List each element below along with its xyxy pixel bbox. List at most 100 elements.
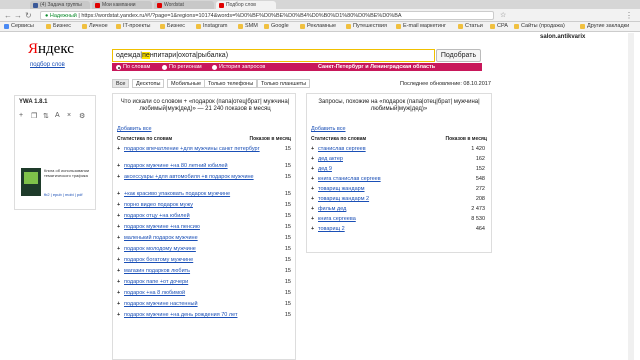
add-word-icon[interactable]: + — [311, 226, 314, 232]
browser-tab[interactable]: (4) Задача группы — [30, 1, 90, 9]
bookmark[interactable]: Google — [264, 23, 289, 29]
keyword-link[interactable]: дед 9 — [318, 166, 458, 172]
star-icon[interactable]: ☆ — [500, 11, 506, 20]
add-word-icon[interactable]: + — [117, 163, 120, 169]
add-word-icon[interactable]: + — [311, 146, 314, 152]
bookmark[interactable]: Другие закладки — [580, 23, 629, 29]
add-word-icon[interactable]: + — [117, 268, 120, 274]
add-word-icon[interactable]: + — [117, 290, 120, 296]
region-link[interactable]: Санкт-Петербург и Ленинградская область — [318, 64, 435, 70]
add-word-icon[interactable]: + — [311, 156, 314, 162]
add-word-icon[interactable]: + — [117, 246, 120, 252]
menu-icon[interactable]: ⋮ — [625, 11, 633, 20]
keyword-link[interactable]: подарок молодому мужчине — [124, 246, 264, 252]
bookmark[interactable]: Сайты (продажа) — [514, 23, 565, 29]
keyword-link[interactable]: подарок впечатление +для мужчины санкт п… — [124, 146, 264, 152]
bookmark[interactable]: CPA — [490, 23, 508, 29]
add-word-icon[interactable]: + — [311, 206, 314, 212]
tab-all[interactable]: Все — [112, 79, 130, 88]
tab-tablets[interactable]: Только планшеты — [257, 79, 311, 88]
col-keyword-header: Статистика по словам — [117, 136, 173, 142]
copy-icon[interactable]: ❐ — [31, 112, 37, 120]
tab-phones[interactable]: Только телефоны — [204, 79, 258, 88]
logo-subtitle-link[interactable]: подбор слов — [30, 62, 65, 68]
add-word-icon[interactable]: + — [117, 235, 120, 241]
bookmark[interactable]: Бизнес — [46, 23, 71, 29]
keyword-link[interactable]: +как красиво упаковать подарок мужчине — [124, 191, 264, 197]
bookmark[interactable]: Путешествия — [346, 23, 387, 29]
forward-icon[interactable]: → — [14, 11, 22, 20]
keyword-link[interactable]: подарок папе +от дочери — [124, 279, 264, 285]
bookmark-label: Сервисы — [11, 23, 34, 29]
address-bar[interactable]: ● Надежный | https://wordstat.yandex.ru/… — [40, 11, 494, 20]
keyword-link[interactable]: книга сергеева — [318, 216, 458, 222]
bookmark[interactable]: Бизнес — [160, 23, 185, 29]
bookmark[interactable]: SMM — [238, 23, 258, 29]
font-size-icon[interactable]: A — [55, 112, 60, 119]
browser-tab[interactable]: Wordstat — [154, 1, 214, 9]
keyword-link[interactable]: товарищ жандарм 2 — [318, 196, 458, 202]
browser-tab[interactable]: Мои кампании — [92, 1, 152, 9]
reload-icon[interactable]: ↻ — [25, 11, 32, 20]
add-all-link[interactable]: Добавить все — [311, 126, 346, 132]
bookmark[interactable]: Instagram — [196, 23, 227, 29]
radio-by-words[interactable]: По словам — [116, 64, 150, 70]
keyword-link[interactable]: подарок мужчине +на пенсию — [124, 224, 264, 230]
add-word-icon[interactable]: + — [117, 257, 120, 263]
bookmark[interactable]: E-mail маркетинг — [396, 23, 446, 29]
radio-history[interactable]: История запросов — [212, 64, 265, 70]
keyword-link[interactable]: фильм дед — [318, 206, 458, 212]
tab-desktop[interactable]: Десктопы — [132, 79, 165, 88]
keyword-link[interactable]: подарок богатому мужчине — [124, 257, 264, 263]
keyword-link[interactable]: маленький подарок мужчине — [124, 235, 264, 241]
add-word-icon[interactable]: + — [311, 196, 314, 202]
keyword-link[interactable]: товарищ 2 — [318, 226, 458, 232]
bookmark[interactable]: Рекламные — [300, 23, 336, 29]
bookmark[interactable]: Статьи — [458, 23, 483, 29]
radio-by-regions[interactable]: По регионам — [162, 64, 202, 70]
add-word-icon[interactable]: + — [311, 186, 314, 192]
keyword-link[interactable]: дед актер — [318, 156, 458, 162]
add-word-icon[interactable]: + — [117, 279, 120, 285]
keyword-link[interactable]: товарищ жандарм — [318, 186, 458, 192]
add-word-icon[interactable]: + — [117, 301, 120, 307]
keyword-link[interactable]: аксессуары +для автомобиля +в подарок му… — [124, 174, 264, 180]
yandex-logo[interactable]: Яндекс — [28, 41, 74, 58]
search-button[interactable]: Подобрать — [436, 49, 481, 62]
add-word-icon[interactable]: + — [117, 224, 120, 230]
add-word-icon[interactable]: + — [117, 202, 120, 208]
add-word-icon[interactable]: + — [311, 216, 314, 222]
close-icon[interactable]: × — [67, 112, 71, 119]
keyword-link[interactable]: подарок мужчине +на день рождения 70 лет — [124, 312, 264, 318]
keyword-link[interactable]: подарок мужчине настенный — [124, 301, 264, 307]
add-word-icon[interactable]: + — [117, 146, 120, 152]
add-word-icon[interactable]: + — [117, 312, 120, 318]
book-cover[interactable] — [21, 168, 41, 196]
add-word-icon[interactable]: + — [117, 213, 120, 219]
browser-tab-active[interactable]: Подбор слов — [216, 1, 276, 9]
tab-mobile[interactable]: Мобильные — [167, 79, 206, 88]
add-word-icon[interactable]: + — [311, 166, 314, 172]
sort-icon[interactable]: ⇅ — [43, 112, 49, 120]
add-word-icon[interactable]: + — [117, 174, 120, 180]
keyword-link[interactable]: станислав сергеев — [318, 146, 458, 152]
book-formats[interactable]: fb2 | epub | mobi | pdf — [44, 192, 82, 197]
back-icon[interactable]: ← — [4, 11, 12, 20]
bookmark[interactable]: IT-проекты — [116, 23, 151, 29]
keyword-link[interactable]: подарок отцу +на юбилей — [124, 213, 264, 219]
keyword-link[interactable]: порно видео подарок мужу — [124, 202, 264, 208]
search-input[interactable]: одежда|пенпитари|охота|рыбалка) — [112, 49, 435, 62]
settings-icon[interactable]: ⚙ — [79, 112, 85, 120]
bookmark[interactable]: Личное — [82, 23, 108, 29]
page-scrollbar[interactable] — [628, 33, 634, 360]
account-name[interactable]: salon.antikvarix — [540, 34, 585, 40]
keyword-link[interactable]: магазин подарков любить — [124, 268, 264, 274]
keyword-link[interactable]: книга станислав сергеев — [318, 176, 458, 182]
add-word-icon[interactable]: + — [117, 191, 120, 197]
add-all-link[interactable]: Добавить все — [117, 126, 152, 132]
bookmark[interactable]: Сервисы — [4, 23, 34, 29]
keyword-link[interactable]: подарок мужчине +на 80 летний юбилей — [124, 163, 264, 169]
keyword-link[interactable]: подарок +на 8 любимой — [124, 290, 264, 296]
add-word-icon[interactable]: + — [311, 176, 314, 182]
add-icon[interactable]: + — [19, 112, 23, 119]
